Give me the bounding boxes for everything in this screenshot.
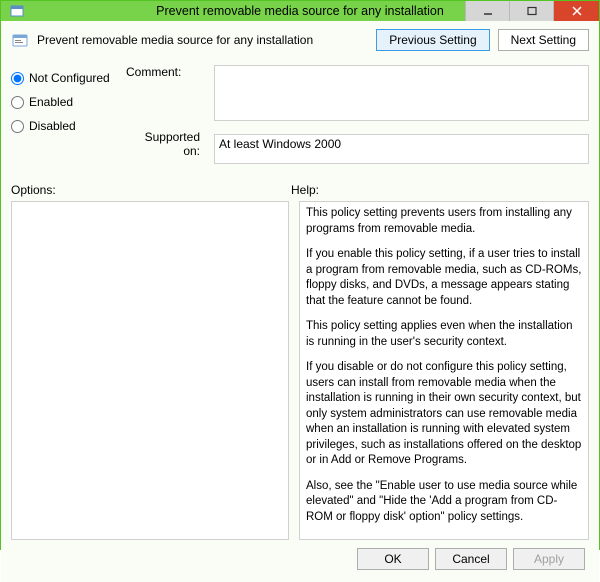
radio-enabled-input[interactable] bbox=[11, 96, 24, 109]
state-radios: Not Configured Enabled Disabled bbox=[11, 65, 116, 167]
options-panel bbox=[11, 201, 289, 540]
lower-panels: This policy setting prevents users from … bbox=[11, 201, 589, 540]
comment-field[interactable] bbox=[214, 65, 589, 121]
comment-label: Comment: bbox=[126, 65, 204, 124]
radio-enabled[interactable]: Enabled bbox=[11, 95, 116, 109]
radio-disabled[interactable]: Disabled bbox=[11, 119, 116, 133]
close-button[interactable] bbox=[553, 1, 599, 21]
window-controls bbox=[465, 1, 599, 21]
cancel-button[interactable]: Cancel bbox=[435, 548, 507, 570]
policy-name: Prevent removable media source for any i… bbox=[37, 33, 313, 47]
radio-disabled-label: Disabled bbox=[29, 119, 76, 133]
maximize-button[interactable] bbox=[509, 1, 553, 21]
help-panel[interactable]: This policy setting prevents users from … bbox=[299, 201, 589, 540]
supported-on-field bbox=[214, 134, 589, 164]
help-text: If you enable this policy setting, if a … bbox=[306, 247, 582, 309]
radio-not-configured-input[interactable] bbox=[11, 72, 24, 85]
help-label: Help: bbox=[291, 183, 589, 197]
help-text: Also, see the "Enable user to use media … bbox=[306, 479, 582, 526]
radio-disabled-input[interactable] bbox=[11, 120, 24, 133]
options-label: Options: bbox=[11, 183, 291, 197]
help-text: This policy setting prevents users from … bbox=[306, 206, 582, 237]
app-icon bbox=[9, 3, 25, 19]
policy-editor-window: Prevent removable media source for any i… bbox=[0, 0, 600, 550]
supported-on-label: Supported on: bbox=[126, 130, 204, 158]
apply-button: Apply bbox=[513, 548, 585, 570]
config-area: Not Configured Enabled Disabled Comment: bbox=[11, 65, 589, 167]
help-text: This policy setting applies even when th… bbox=[306, 319, 582, 350]
radio-not-configured[interactable]: Not Configured bbox=[11, 71, 116, 85]
next-setting-button[interactable]: Next Setting bbox=[498, 29, 589, 51]
titlebar[interactable]: Prevent removable media source for any i… bbox=[1, 1, 599, 21]
policy-icon bbox=[11, 31, 29, 49]
minimize-button[interactable] bbox=[465, 1, 509, 21]
header-row: Prevent removable media source for any i… bbox=[11, 29, 589, 51]
section-labels: Options: Help: bbox=[11, 183, 589, 197]
dialog-buttons: OK Cancel Apply bbox=[11, 540, 589, 574]
previous-setting-button[interactable]: Previous Setting bbox=[376, 29, 489, 51]
content-area: Prevent removable media source for any i… bbox=[1, 21, 599, 582]
help-text: If you disable or do not configure this … bbox=[306, 360, 582, 469]
radio-not-configured-label: Not Configured bbox=[29, 71, 110, 85]
ok-button[interactable]: OK bbox=[357, 548, 429, 570]
radio-enabled-label: Enabled bbox=[29, 95, 73, 109]
